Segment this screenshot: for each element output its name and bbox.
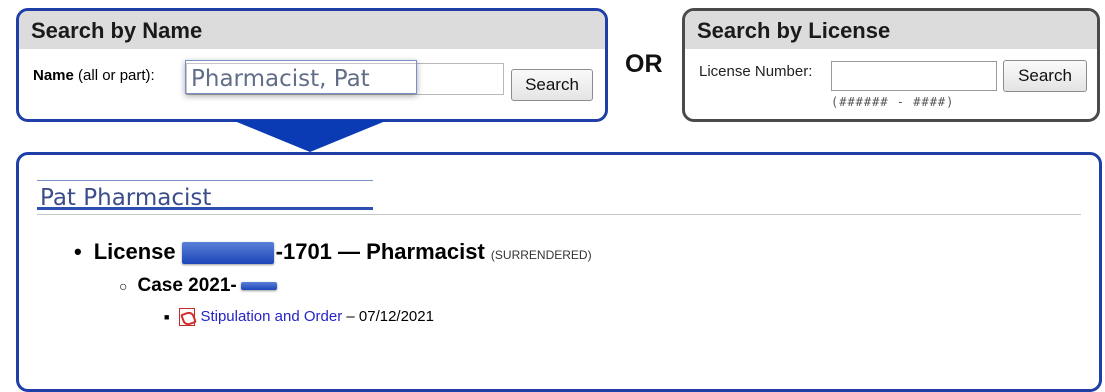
license-number-label: License Number: — [699, 63, 813, 80]
result-name-highlight: Pat Pharmacist — [37, 180, 373, 211]
name-search-input[interactable]: Pharmacist, Pat — [185, 60, 504, 95]
search-by-license-title: Search by License — [685, 11, 1097, 49]
license-number-input[interactable] — [831, 61, 997, 91]
stipulation-and-order-link[interactable]: Stipulation and Order — [200, 308, 342, 325]
pdf-icon[interactable] — [179, 308, 196, 327]
or-separator: OR — [625, 50, 663, 78]
license-format-hint: (###### - ####) — [831, 95, 955, 109]
license-profession: Pharmacist — [366, 239, 485, 264]
license-status: (SURRENDERED) — [490, 248, 592, 262]
input-highlight-overlay — [185, 60, 417, 94]
divider — [37, 214, 1081, 215]
name-label: Name — [33, 67, 74, 84]
redacted-license-number — [181, 242, 274, 265]
document-separator: – — [342, 308, 359, 325]
license-separator: — — [331, 239, 367, 264]
search-by-license-panel: Search by License License Number: Search… — [682, 8, 1100, 122]
document-date: 07/12/2021 — [358, 308, 434, 325]
result-person-name: Pat Pharmacist — [40, 185, 212, 211]
search-result-panel: Pat Pharmacist • License -1701 — Pharmacis… — [16, 152, 1102, 392]
case-list-item: ○ Case 2021- — [119, 275, 277, 297]
license-prefix: License — [93, 239, 176, 264]
name-search-button[interactable]: Search — [511, 69, 593, 101]
name-label-hint: (all or part): — [78, 67, 155, 84]
document-list-item: ■ Stipulation and Order – 07/12/2021 — [164, 308, 434, 327]
bullet-square-icon: ■ — [164, 312, 170, 323]
search-by-name-panel: Search by Name Name (all or part): Pharm… — [16, 8, 608, 122]
bullet-circle-icon: ○ — [119, 278, 128, 294]
search-by-name-title: Search by Name — [19, 11, 605, 49]
case-prefix: Case 2021- — [137, 275, 237, 296]
license-search-button[interactable]: Search — [1003, 60, 1087, 92]
redacted-case-number — [240, 281, 277, 290]
license-list-item: • License -1701 — Pharmacist (SURRENDERED) — [74, 239, 592, 265]
name-field-label: Name (all or part): — [33, 67, 155, 84]
down-arrow-connector — [232, 120, 388, 152]
bullet-disc-icon: • — [74, 239, 82, 264]
license-number-suffix: -1701 — [275, 239, 332, 264]
